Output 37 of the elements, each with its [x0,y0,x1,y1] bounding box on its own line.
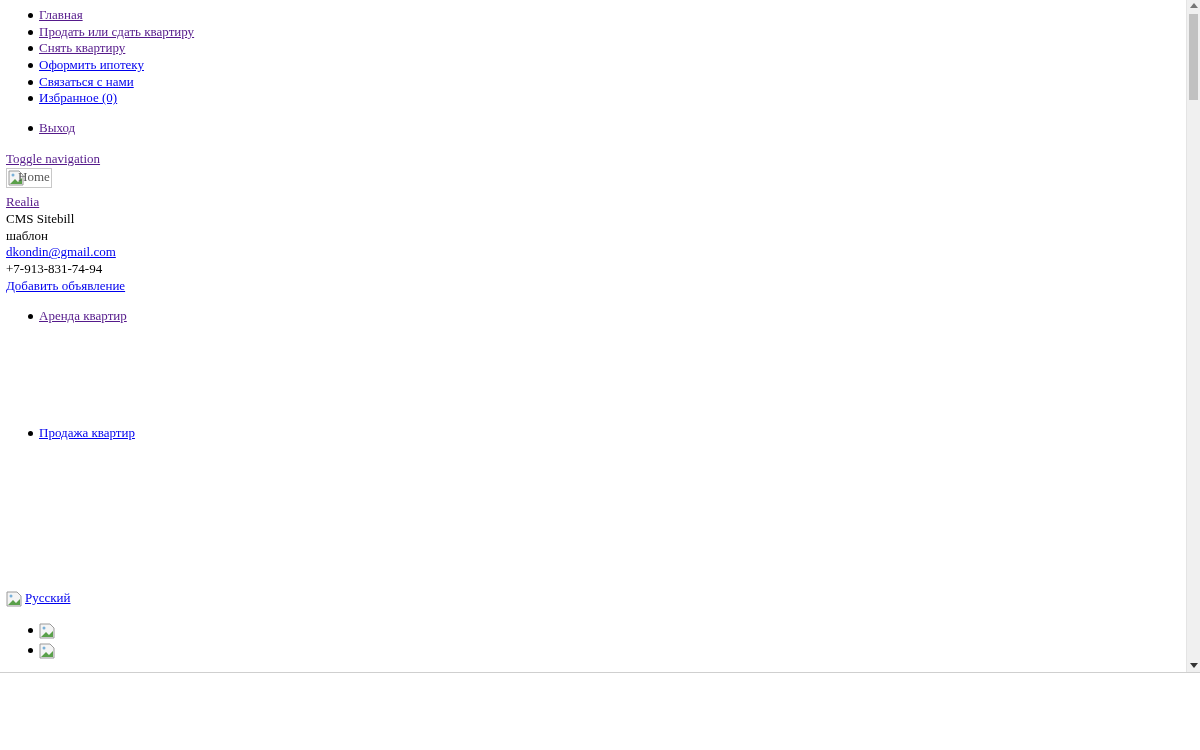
scrollbar[interactable] [1186,0,1200,672]
category-link[interactable]: Продажа квартир [39,425,135,442]
phone-number: +7-913-831-74-94 [6,261,104,278]
logout-link[interactable]: Выход [39,120,76,137]
site-text: шаблон [6,227,49,245]
broken-image-icon [39,642,55,659]
nav-link[interactable]: Избранное (0) [39,90,118,108]
toggle-navigation-link[interactable]: Toggle navigation [6,150,101,166]
brand-link[interactable]: Realia [6,194,40,210]
scroll-up-icon[interactable] [1190,3,1198,8]
bullet-icon [28,79,33,85]
bullet-icon [28,29,33,35]
nav-link[interactable]: Продать или сдать квартиру [39,23,195,41]
add-listing-link[interactable]: Добавить объявление [6,277,126,293]
site-text: CMS Sitebill [6,210,76,228]
logo-image[interactable]: Home [6,167,52,188]
bullet-icon [28,46,33,52]
bullet-icon [28,96,33,102]
bullet-icon [28,628,33,633]
broken-image-icon [39,622,55,639]
language-link[interactable]: Русский [25,589,71,607]
nav-link[interactable]: Главная [39,7,83,24]
bullet-icon [28,62,33,68]
nav-link[interactable]: Снять квартиру [39,40,126,58]
scroll-down-icon[interactable] [1190,663,1198,668]
bullet-icon [28,648,33,653]
bullet-icon [28,314,33,320]
email-link[interactable]: dkondin@gmail.com [6,244,116,260]
nav-link[interactable]: Оформить ипотеку [39,57,144,74]
scroll-thumb[interactable] [1189,14,1198,100]
bullet-icon [28,430,33,436]
broken-image-icon [6,590,22,607]
image-alt-text: Home [18,169,50,186]
nav-link[interactable]: Связаться с нами [39,73,134,91]
bullet-icon [28,125,33,131]
category-link[interactable]: Аренда квартир [39,308,127,326]
bullet-icon [28,12,33,18]
